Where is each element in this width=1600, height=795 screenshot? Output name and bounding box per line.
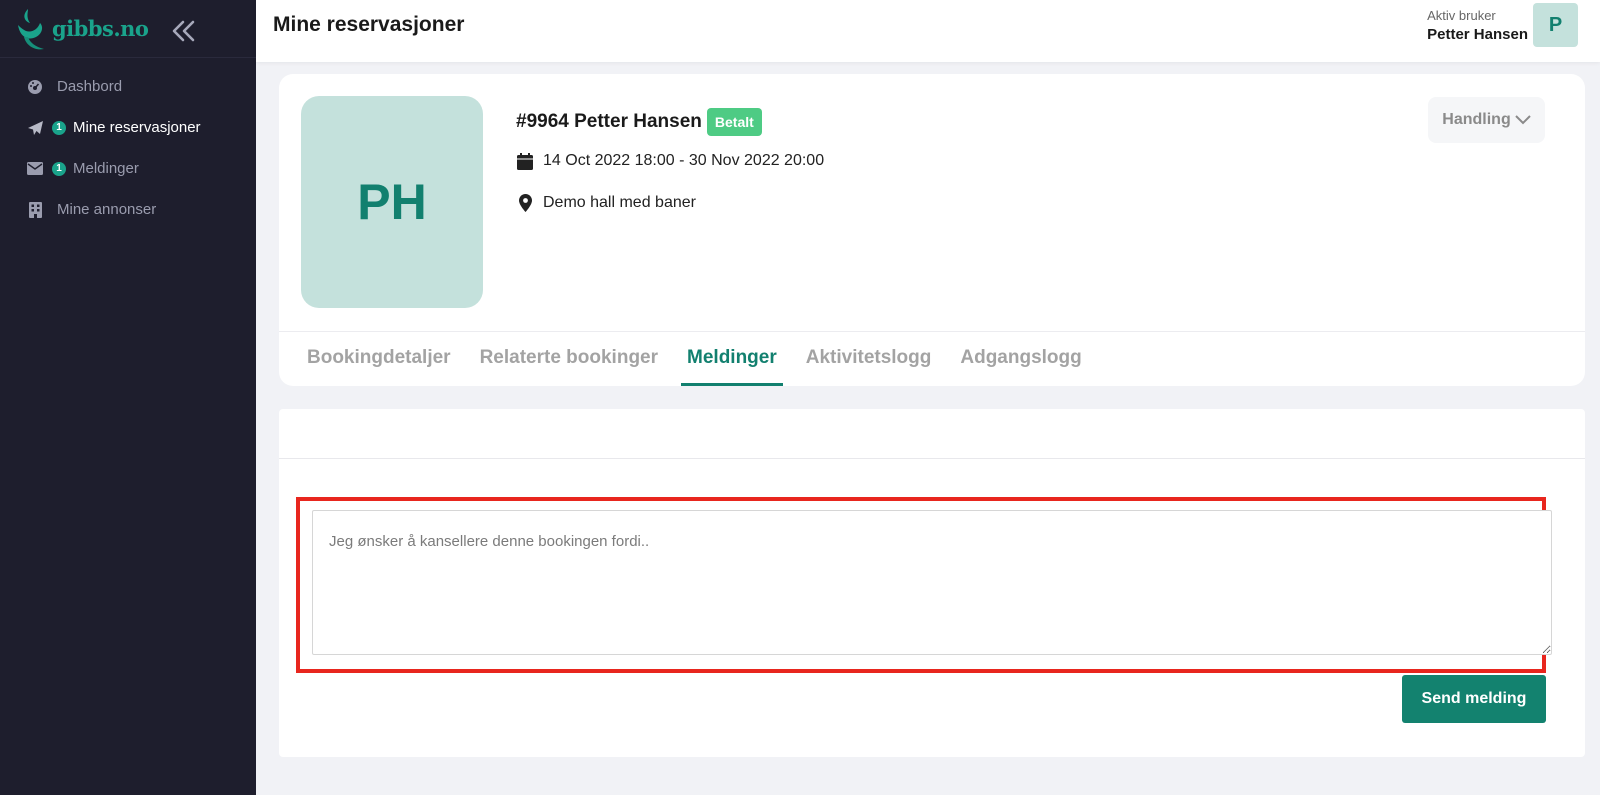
logo-text: gibbs.no: [52, 16, 149, 41]
active-user: Aktiv bruker Petter Hansen: [1427, 8, 1528, 43]
booking-card: PH #9964 Petter Hansen Betalt 14 Oct 202…: [279, 74, 1585, 386]
sidebar-item-label: Mine annonser: [57, 201, 157, 218]
active-user-label: Aktiv bruker: [1427, 8, 1496, 23]
handling-dropdown-button[interactable]: Handling: [1428, 97, 1545, 143]
active-user-name: Petter Hansen: [1427, 26, 1528, 43]
user-avatar[interactable]: P: [1533, 3, 1578, 47]
map-pin-icon: [516, 194, 534, 212]
collapse-sidebar-icon[interactable]: [170, 18, 198, 44]
chevron-down-icon: [1515, 115, 1531, 125]
tab-aktivitetslogg[interactable]: Aktivitetslogg: [800, 332, 938, 386]
tab-relaterte-bookinger[interactable]: Relaterte bookinger: [474, 332, 664, 386]
booking-dates-text: 14 Oct 2022 18:00 - 30 Nov 2022 20:00: [543, 152, 825, 169]
booking-avatar: PH: [301, 96, 483, 308]
sidebar-item-mine-annonser[interactable]: Mine annonser: [0, 189, 256, 230]
dashboard-icon: [26, 78, 44, 96]
sidebar-item-mine-reservasjoner[interactable]: 1 Mine reservasjoner: [0, 107, 256, 148]
booking-location-text: Demo hall med baner: [543, 194, 696, 211]
handling-label: Handling: [1442, 111, 1511, 128]
tab-adgangslogg[interactable]: Adgangslogg: [954, 332, 1087, 386]
send-message-button[interactable]: Send melding: [1402, 675, 1546, 723]
top-header: Mine reservasjoner Aktiv bruker Petter H…: [256, 0, 1600, 62]
booking-title: #9964 Petter Hansen: [516, 111, 702, 132]
booking-title-row: #9964 Petter Hansen Betalt: [516, 108, 762, 136]
booking-dates: 14 Oct 2022 18:00 - 30 Nov 2022 20:00: [516, 152, 824, 170]
sidebar-nav: Dashbord 1 Mine reservasjoner 1 Meldinge…: [0, 58, 256, 230]
message-textarea[interactable]: [312, 510, 1552, 655]
logo[interactable]: gibbs.no: [0, 0, 256, 58]
notification-badge: 1: [52, 161, 66, 176]
calendar-icon: [516, 152, 534, 170]
sidebar-item-label: Meldinger: [73, 160, 139, 177]
envelope-icon: [26, 160, 44, 178]
sidebar-item-label: Dashbord: [57, 78, 123, 95]
panel-divider: [279, 458, 1585, 459]
building-icon: [26, 201, 44, 219]
notification-badge: 1: [52, 120, 66, 135]
tab-bookingdetaljer[interactable]: Bookingdetaljer: [301, 332, 457, 386]
messages-panel: Send melding: [279, 409, 1585, 757]
status-badge: Betalt: [706, 108, 762, 136]
paper-plane-icon: [26, 119, 44, 137]
sidebar-item-meldinger[interactable]: 1 Meldinger: [0, 148, 256, 189]
booking-location: Demo hall med baner: [516, 194, 696, 212]
gibbs-logo-icon: [18, 8, 44, 49]
sidebar-item-label: Mine reservasjoner: [73, 119, 201, 136]
booking-tabs: Bookingdetaljer Relaterte bookinger Meld…: [301, 332, 1105, 386]
page-title: Mine reservasjoner: [273, 13, 465, 36]
tab-meldinger[interactable]: Meldinger: [681, 332, 783, 386]
sidebar-item-dashbord[interactable]: Dashbord: [0, 66, 256, 107]
sidebar: gibbs.no Dashbord 1 Mine reservasjoner 1…: [0, 0, 256, 795]
